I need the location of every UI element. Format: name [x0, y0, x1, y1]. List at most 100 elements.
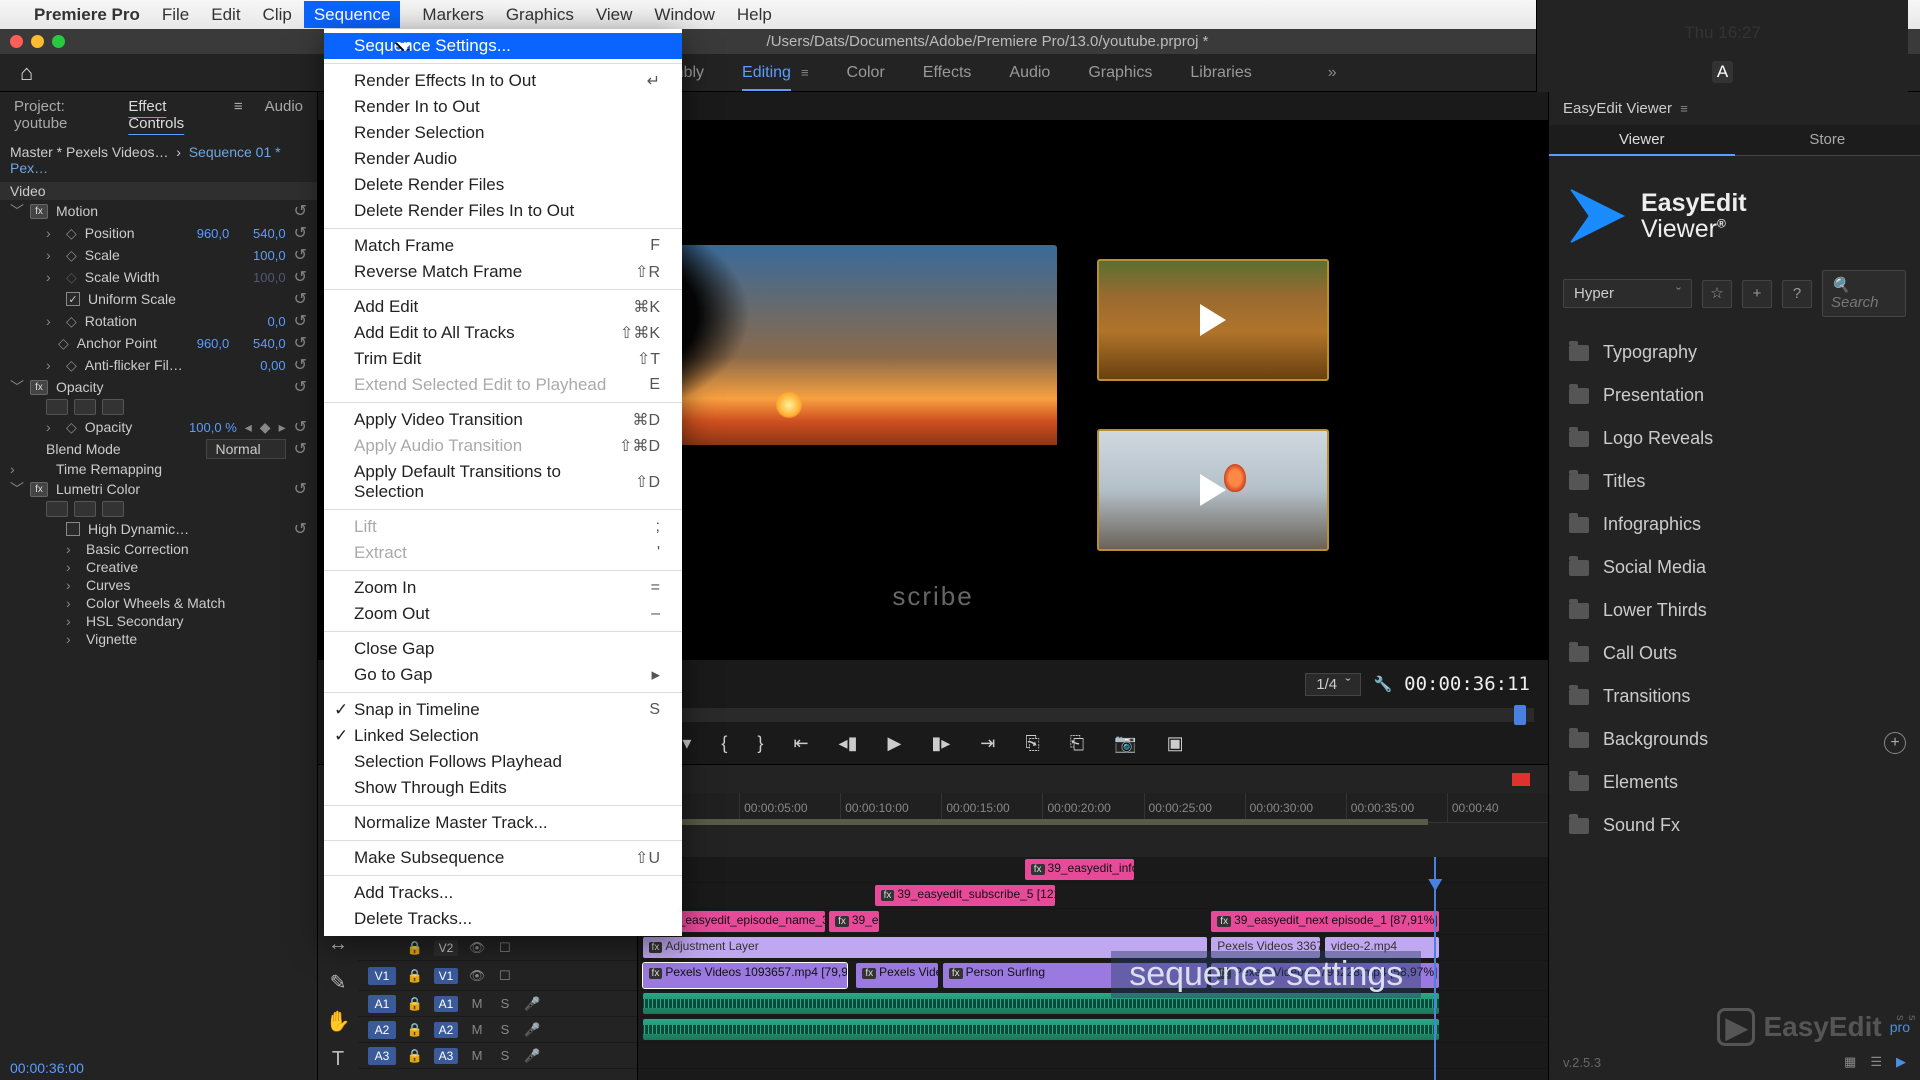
timeline-tracks[interactable]: fx39_easyedit_info bars_ fx39_easyedit_s… — [638, 857, 1548, 1080]
category-elements[interactable]: Elements — [1555, 761, 1914, 804]
search-input[interactable]: 🔍 Search — [1822, 270, 1906, 317]
mask-shape-buttons[interactable] — [46, 399, 124, 415]
menu-file[interactable]: File — [162, 5, 189, 24]
kf-next-icon[interactable]: ▸ — [279, 419, 286, 436]
mic-icon[interactable]: 🎤 — [524, 1048, 540, 1064]
category-transitions[interactable]: Transitions — [1555, 675, 1914, 718]
menu-item-show-through-edits[interactable]: Show Through Edits — [324, 775, 682, 801]
category-infographics[interactable]: Infographics — [1555, 503, 1914, 546]
kf-prev-icon[interactable]: ◂ — [245, 419, 252, 436]
compare-icon[interactable]: ▣ — [1167, 733, 1184, 754]
menu-item-render-in-to-out[interactable]: Render In to Out — [324, 94, 682, 120]
go-to-in-icon[interactable]: ⇤ — [793, 733, 808, 754]
menu-item-zoom-in[interactable]: Zoom In= — [324, 575, 682, 601]
category-sound-fx[interactable]: Sound Fx — [1555, 804, 1914, 847]
audio-clip[interactable] — [643, 993, 1439, 1014]
menu-graphics[interactable]: Graphics — [506, 5, 574, 24]
menu-item-go-to-gap[interactable]: Go to Gap — [324, 662, 682, 688]
menu-item-render-effects-in-to-out[interactable]: Render Effects In to Out↵ — [324, 68, 682, 94]
toggle-output-icon[interactable]: 👁 — [468, 940, 486, 956]
menu-item-normalize-master-track[interactable]: Normalize Master Track... — [324, 810, 682, 836]
category-call-outs[interactable]: Call Outs — [1555, 632, 1914, 675]
workspace-editing[interactable]: Editing — [742, 64, 791, 91]
effect-time-remapping[interactable]: Time Remapping — [56, 461, 307, 477]
category-typography[interactable]: Typography — [1555, 331, 1914, 374]
clip[interactable]: video-2.mp4 — [1325, 937, 1439, 958]
menu-item-render-selection[interactable]: Render Selection — [324, 120, 682, 146]
menu-item-sequence-settings[interactable]: Sequence Settings... — [324, 33, 682, 59]
app-name[interactable]: Premiere Pro — [34, 5, 140, 25]
fx-badge[interactable]: fx — [30, 204, 48, 219]
mic-icon[interactable]: 🎤 — [524, 996, 540, 1012]
hand-tool-icon[interactable]: ✋ — [326, 1009, 351, 1034]
menu-item-zoom-out[interactable]: Zoom Out– — [324, 601, 682, 627]
master-clip-crumb[interactable]: Master * Pexels Videos… — [10, 144, 168, 160]
toggle-output-icon[interactable]: 👁 — [468, 968, 486, 984]
preview-thumb-2[interactable] — [1097, 429, 1329, 551]
clip[interactable]: fxPerson Surfing — [943, 963, 1207, 988]
export-frame-icon[interactable]: 📷 — [1114, 733, 1136, 754]
tab-effect-controls[interactable]: Effect Controls — [128, 98, 212, 132]
mark-out-icon[interactable]: } — [757, 733, 763, 754]
menu-sequence[interactable]: Sequence — [304, 1, 401, 28]
menu-item-trim-edit[interactable]: Trim Edit⇧T — [324, 346, 682, 372]
overflow-icon[interactable]: » — [1328, 64, 1337, 82]
tab-store[interactable]: Store — [1735, 125, 1920, 156]
timeline-playhead[interactable] — [1434, 857, 1436, 1080]
clip[interactable]: fxPexels Videos — [856, 963, 938, 988]
clip-selected[interactable]: fxPexels Videos 1093657.mp4 [79,9%] — [643, 963, 848, 988]
workspace-libraries[interactable]: Libraries — [1190, 64, 1251, 81]
menu-help[interactable]: Help — [737, 5, 772, 24]
play-icon[interactable]: ▶ — [1896, 1054, 1906, 1070]
favorite-icon[interactable]: ☆ — [1702, 280, 1732, 308]
extract-icon[interactable]: ⎗ — [1070, 733, 1084, 754]
add-icon[interactable]: + — [1742, 280, 1772, 308]
preview-thumb-1[interactable] — [1097, 259, 1329, 381]
tab-viewer[interactable]: Viewer — [1549, 125, 1735, 156]
hdr-checkbox[interactable] — [66, 522, 80, 536]
help-icon[interactable]: ? — [1782, 280, 1812, 308]
menu-view[interactable]: View — [596, 5, 633, 24]
lock-icon[interactable]: 🔒 — [406, 968, 424, 984]
sync-lock-icon[interactable]: ☐ — [496, 968, 514, 984]
list-view-icon[interactable]: ☰ — [1870, 1054, 1882, 1070]
workspace-color[interactable]: Color — [847, 64, 885, 81]
program-timecode[interactable]: 00:00:36:11 — [1404, 673, 1530, 695]
menu-item-match-frame[interactable]: Match FrameF — [324, 233, 682, 259]
button-editor-icon[interactable]: + — [1884, 732, 1906, 754]
type-tool-icon[interactable]: T — [332, 1048, 344, 1071]
panel-menu-icon[interactable]: ≡ — [1680, 101, 1688, 116]
add-marker-icon[interactable]: ▾ — [682, 733, 691, 754]
home-icon[interactable]: ⌂ — [20, 60, 33, 86]
menu-item-selection-follows-playhead[interactable]: Selection Follows Playhead — [324, 749, 682, 775]
clip[interactable]: fxPexels Videos 2796228.mp4 [58,97%] — [1211, 963, 1439, 988]
category-logo-reveals[interactable]: Logo Reveals — [1555, 417, 1914, 460]
panel-timecode[interactable]: 00:00:36:00 — [0, 1056, 317, 1080]
panel-menu-icon[interactable]: ≡ — [234, 98, 243, 132]
menu-item-make-subsequence[interactable]: Make Subsequence⇧U — [324, 845, 682, 871]
menu-edit[interactable]: Edit — [211, 5, 240, 24]
menu-item-delete-tracks[interactable]: Delete Tracks... — [324, 906, 682, 932]
workspace-menu-icon[interactable]: ≡ — [801, 65, 809, 80]
preset-select[interactable]: Hyperˇ — [1563, 279, 1692, 308]
menu-item-linked-selection[interactable]: Linked Selection — [324, 723, 682, 749]
step-back-icon[interactable]: ◂▮ — [839, 733, 858, 754]
playhead-handle[interactable] — [1514, 705, 1526, 725]
effect-motion[interactable]: Motion — [56, 203, 286, 219]
menu-item-apply-default-transitions-to-selection[interactable]: Apply Default Transitions to Selection⇧D — [324, 459, 682, 505]
workspace-effects[interactable]: Effects — [923, 64, 972, 81]
menu-markers[interactable]: Markers — [422, 5, 483, 24]
menu-clip[interactable]: Clip — [263, 5, 292, 24]
tab-audio[interactable]: Audio — [265, 98, 303, 132]
clip[interactable]: fx39_easyedit_info bars_ — [1025, 859, 1134, 880]
mic-icon[interactable]: 🎤 — [524, 1022, 540, 1038]
tab-project[interactable]: Project: youtube — [14, 98, 106, 132]
category-titles[interactable]: Titles — [1555, 460, 1914, 503]
menu-item-render-audio[interactable]: Render Audio — [324, 146, 682, 172]
category-presentation[interactable]: Presentation — [1555, 374, 1914, 417]
menu-item-add-tracks[interactable]: Add Tracks... — [324, 880, 682, 906]
menu-window[interactable]: Window — [654, 5, 714, 24]
menu-item-close-gap[interactable]: Close Gap — [324, 636, 682, 662]
grid-view-icon[interactable]: ▦ — [1844, 1054, 1856, 1070]
clip[interactable]: fxAdjustment Layer — [643, 937, 1207, 958]
